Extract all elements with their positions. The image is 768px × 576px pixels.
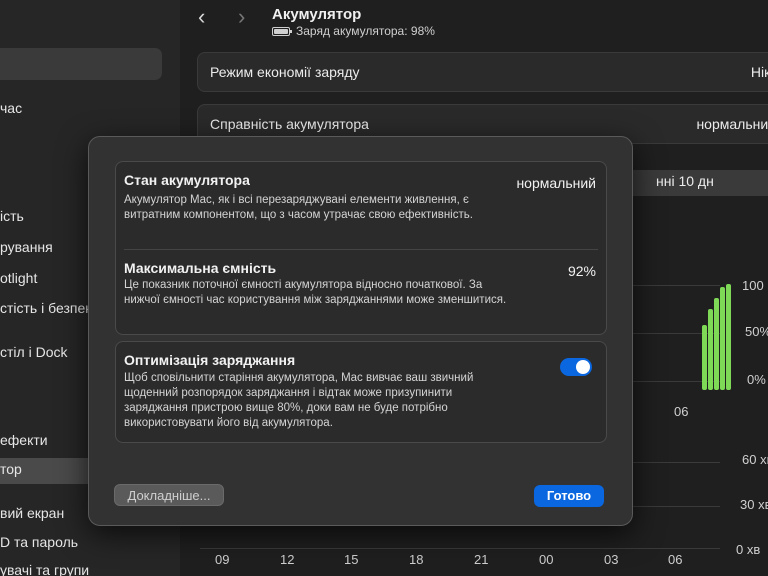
learn-more-button[interactable]: Докладніше... bbox=[114, 484, 224, 506]
charging-optimization-card: Оптимізація заряджання Щоб сповільнити с… bbox=[115, 341, 607, 443]
battery-health-dialog: Стан акумулятора нормальний Акумулятор M… bbox=[88, 136, 633, 526]
x-tick-label: 03 bbox=[604, 552, 619, 567]
sidebar-item-screen-saver[interactable]: ефекти bbox=[0, 432, 48, 448]
x-tick-label: 06 bbox=[668, 552, 683, 567]
battery-level-bar bbox=[720, 287, 725, 390]
time-range-last-10-days[interactable]: нні 10 дн bbox=[656, 173, 714, 189]
page-title: Акумулятор bbox=[272, 6, 362, 23]
done-button[interactable]: Готово bbox=[534, 485, 604, 507]
divider bbox=[124, 249, 598, 250]
maximum-capacity-title: Максимальна ємність bbox=[124, 260, 277, 276]
charging-optimization-title: Оптимізація заряджання bbox=[124, 352, 296, 368]
battery-level-bar bbox=[714, 298, 719, 390]
sidebar-item-accessibility[interactable]: ість bbox=[0, 208, 24, 224]
x-tick-label: 21 bbox=[474, 552, 489, 567]
low-power-mode-value[interactable]: Нікол bbox=[751, 64, 768, 80]
x-tick-label: 06 bbox=[674, 404, 689, 419]
battery-condition-description: Акумулятор Mac, як і всі перезаряджувані… bbox=[124, 194, 473, 221]
x-tick-label: 18 bbox=[409, 552, 424, 567]
x-tick-label: 00 bbox=[539, 552, 554, 567]
toggle-knob bbox=[576, 360, 590, 374]
battery-health-value: нормальний bbox=[696, 116, 768, 132]
y-tick-label: 100 bbox=[742, 278, 764, 293]
x-tick-label: 09 bbox=[215, 552, 230, 567]
sidebar-item-lock-screen[interactable]: вий екран bbox=[0, 505, 64, 521]
battery-level-bar bbox=[708, 309, 713, 390]
x-tick-label: 15 bbox=[344, 552, 359, 567]
sidebar-item-control-centre[interactable]: рування bbox=[0, 239, 53, 255]
battery-level-text: Заряд акумулятора: 98% bbox=[296, 24, 435, 38]
low-power-mode-label: Режим економії заряду bbox=[210, 64, 360, 80]
battery-level-status: Заряд акумулятора: 98% bbox=[272, 24, 435, 38]
battery-condition-value: нормальний bbox=[516, 175, 596, 191]
sidebar-item-users-groups[interactable]: увачі та групи bbox=[0, 562, 89, 576]
y-tick-label: 50% bbox=[745, 324, 768, 339]
maximum-capacity-description: Це показник поточної ємності акумулятора… bbox=[124, 279, 507, 306]
battery-level-bar bbox=[726, 284, 731, 390]
sidebar-item-date-time[interactable]: час bbox=[0, 100, 22, 116]
sidebar-item-spotlight[interactable]: otlight bbox=[0, 270, 37, 286]
sidebar-item-desktop-dock[interactable]: стіл і Dock bbox=[0, 344, 67, 360]
forward-arrow-icon[interactable]: › bbox=[238, 4, 245, 30]
sidebar-search-field[interactable] bbox=[0, 48, 162, 80]
charging-optimization-description: Щоб сповільнити старіння акумулятора, Ma… bbox=[124, 372, 474, 429]
battery-health-label: Справність акумулятора bbox=[210, 116, 369, 132]
battery-condition-title: Стан акумулятора bbox=[124, 172, 250, 188]
charging-optimization-toggle[interactable] bbox=[560, 358, 592, 376]
low-power-mode-row[interactable]: Режим економії заряду Нікол bbox=[197, 52, 768, 92]
battery-icon bbox=[272, 26, 292, 36]
back-arrow-icon[interactable]: ‹ bbox=[198, 4, 205, 30]
sidebar-item-privacy-security[interactable]: стість і безпека bbox=[0, 300, 99, 316]
battery-level-bar bbox=[702, 325, 707, 390]
y-tick-label: 60 хв bbox=[742, 452, 768, 467]
sidebar-item-touch-id-password[interactable]: D та пароль bbox=[0, 534, 78, 550]
maximum-capacity-value: 92% bbox=[567, 263, 596, 279]
battery-info-card: Стан акумулятора нормальний Акумулятор M… bbox=[115, 161, 607, 335]
x-tick-label: 12 bbox=[280, 552, 295, 567]
y-tick-label: 0 хв bbox=[736, 542, 761, 557]
grid-line bbox=[200, 548, 720, 549]
y-tick-label: 30 хв bbox=[740, 497, 768, 512]
y-tick-label: 0% bbox=[747, 372, 766, 387]
